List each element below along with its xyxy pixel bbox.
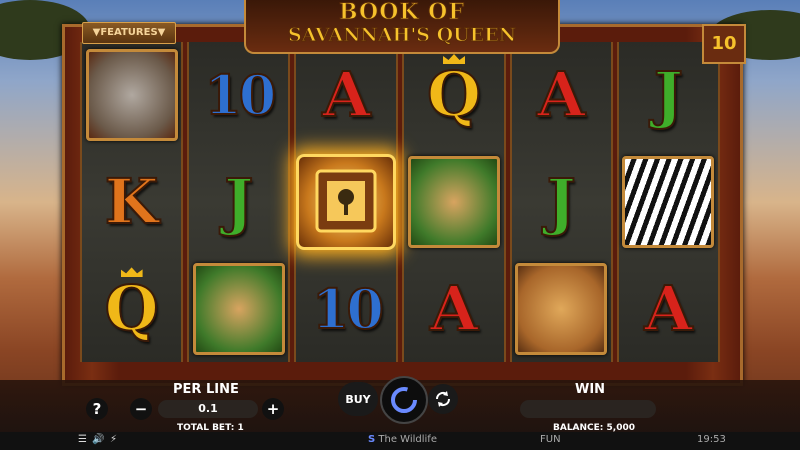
reel-grid: K Q 10 J A 10 Q A A J J A	[80, 42, 721, 362]
per-line-value: 0.1	[158, 400, 258, 418]
crown-icon	[443, 54, 465, 64]
reel-cell	[619, 149, 718, 256]
reel-cell: 10	[189, 42, 288, 149]
symbol-j: J	[546, 165, 577, 238]
brand-logo-icon: S	[368, 434, 376, 445]
reel-cell: J	[512, 149, 611, 256]
win-value	[520, 400, 656, 418]
sound-icon[interactable]: 🔊	[92, 434, 104, 445]
reel-cell: A	[296, 42, 396, 149]
game-title-line2: SAVANNAH'S QUEEN	[287, 24, 517, 47]
zebra-symbol-icon	[622, 156, 715, 248]
reel-cell: A	[404, 255, 503, 362]
symbol-10: 10	[311, 276, 385, 341]
crown-icon	[120, 267, 143, 278]
reel-1: KQ	[80, 42, 184, 362]
mode-label: FUN	[540, 434, 561, 445]
symbol-10: 10	[203, 63, 277, 128]
symbol-a: A	[429, 271, 479, 345]
brand-text: The Wildlife	[378, 434, 437, 445]
symbol-a: A	[643, 271, 693, 345]
book-scatter-icon	[296, 154, 397, 250]
game-title-line1: BOOK OF	[339, 0, 465, 25]
turbo-icon[interactable]: ⚡	[110, 434, 117, 445]
reel-cell: A	[512, 42, 611, 149]
giraffe-symbol-icon	[408, 156, 500, 248]
reel-cell	[296, 149, 397, 256]
bet-decrease-button[interactable]: −	[130, 398, 152, 420]
rhino-symbol-icon	[85, 49, 178, 142]
lioness-symbol-icon	[515, 262, 608, 355]
reel-5: AJ	[509, 42, 613, 362]
symbol-j: J	[653, 58, 684, 132]
per-line-label: PER LINE	[173, 382, 239, 397]
win-label: WIN	[575, 382, 606, 397]
paylines-count: 10	[702, 24, 746, 64]
reel-3: A 10	[294, 42, 399, 362]
reel-cell	[404, 149, 503, 256]
reel-4: QA	[402, 42, 506, 362]
symbol-j: J	[223, 165, 254, 238]
features-button[interactable]: ▼FEATURES▼	[82, 22, 176, 44]
spin-icon	[391, 387, 417, 413]
symbol-a: A	[321, 58, 371, 132]
reel-cell	[512, 255, 611, 362]
reel-cell: J	[189, 149, 288, 256]
spin-button[interactable]	[380, 376, 428, 424]
reel-2: 10 J	[187, 42, 291, 362]
autoplay-button[interactable]	[428, 384, 458, 414]
reel-cell: Q	[404, 42, 503, 149]
symbol-q: Q	[426, 58, 482, 132]
reel-cell: Q	[82, 255, 181, 362]
symbol-a: A	[536, 58, 586, 132]
reel-cell	[189, 255, 288, 362]
symbol-q: Q	[104, 271, 160, 345]
reel-cell	[82, 42, 181, 149]
help-button[interactable]: ?	[86, 398, 108, 420]
reel-cell: A	[619, 255, 718, 362]
reel-6: JA	[616, 42, 721, 362]
brand-label: S The Wildlife	[368, 434, 437, 445]
autoplay-icon	[435, 391, 451, 407]
reel-cell: 10	[296, 255, 396, 362]
bet-increase-button[interactable]: +	[262, 398, 284, 420]
reel-cell: K	[82, 149, 181, 256]
buy-button[interactable]: BUY	[338, 382, 378, 416]
menu-icon[interactable]: ☰	[78, 434, 87, 445]
game-title-banner: BOOK OF SAVANNAH'S QUEEN	[244, 0, 560, 54]
symbol-k: K	[104, 165, 160, 238]
giraffe-symbol-icon	[192, 262, 285, 355]
clock: 19:53	[697, 434, 726, 445]
